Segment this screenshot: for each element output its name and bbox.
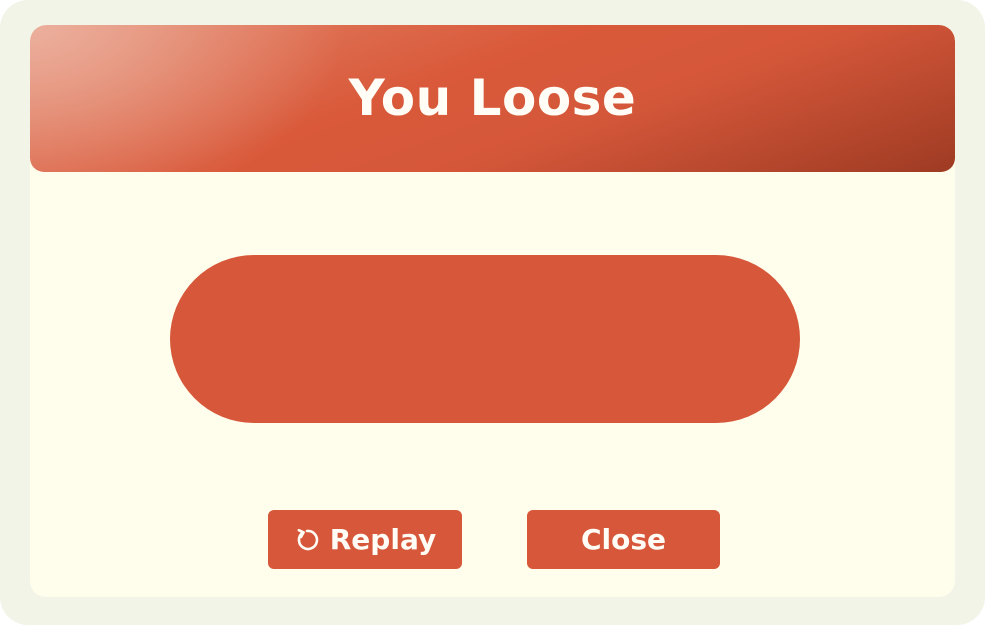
result-dialog: You Loose Replay Close <box>30 25 955 597</box>
close-button-label: Close <box>580 523 667 556</box>
dialog-title: You Loose <box>348 68 637 127</box>
close-button[interactable]: Close <box>527 510 720 569</box>
replay-icon <box>294 527 320 553</box>
modal-frame: You Loose Replay Close <box>0 0 985 625</box>
dialog-header: You Loose <box>30 25 955 172</box>
replay-button[interactable]: Replay <box>268 510 462 569</box>
replay-button-label: Replay <box>329 523 437 556</box>
result-banner <box>170 255 800 423</box>
